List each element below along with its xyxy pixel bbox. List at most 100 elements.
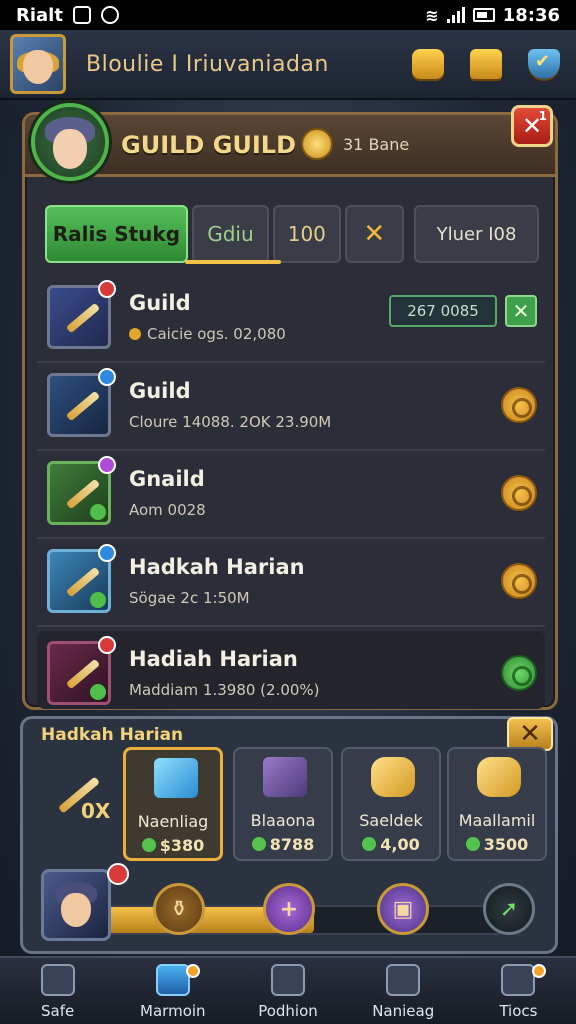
card-name: Blaaona: [250, 811, 316, 830]
confirm-button[interactable]: ✕: [505, 295, 537, 327]
nav-item-safe[interactable]: Safe: [0, 958, 115, 1024]
arrow-orb-button[interactable]: ➚: [483, 883, 535, 935]
shop-card[interactable]: Naenliag $380: [123, 747, 223, 861]
home-icon: [40, 964, 75, 996]
guild-emblem: [31, 103, 109, 181]
battery-icon: [472, 8, 495, 22]
shop-card[interactable]: Saeldek 4,00: [341, 747, 441, 861]
box-icon: ▣: [392, 896, 414, 922]
arrow-count: 0X: [81, 799, 111, 823]
card-price: 3500: [449, 835, 545, 854]
panel-header: GUILD GUILD 31 Bane ✕ 1: [25, 103, 555, 181]
box-orb-button[interactable]: ▣: [377, 883, 429, 935]
tab-close[interactable]: ✕: [344, 205, 405, 263]
card-price-text: 4,00: [380, 835, 420, 854]
item-subtitle: Sögae 2c 1:50M: [129, 589, 250, 607]
value-field[interactable]: 267 0085: [389, 295, 497, 327]
shop-card[interactable]: Maallamil 3500: [447, 747, 547, 861]
crossbow-icon: [47, 368, 116, 437]
potion-icon: ⚱: [169, 896, 189, 922]
claim-button[interactable]: [501, 387, 537, 423]
claim-button[interactable]: [501, 475, 537, 511]
claim-button[interactable]: [501, 563, 537, 599]
shop-panel: Hadkah Harian ✕ 0X Naenliag $380 Blaaona…: [20, 716, 558, 954]
tab-raid[interactable]: Ralis Stukg: [45, 205, 188, 263]
hero-portrait[interactable]: [41, 869, 111, 941]
tab-guild[interactable]: Gdiu: [191, 205, 270, 263]
player-avatar[interactable]: [10, 34, 66, 94]
shop-card[interactable]: Blaaona 8788: [233, 747, 333, 861]
nav-item-podhion[interactable]: Podhion: [230, 958, 345, 1024]
list-item[interactable]: Guild Caicie ogs. 02,080 267 0085 ✕: [37, 275, 545, 363]
alert-badge: [98, 280, 116, 298]
nav-item-tiocs[interactable]: Tiocs: [461, 958, 576, 1024]
plus-orb-button[interactable]: +: [263, 883, 315, 935]
card-price: 8788: [235, 835, 331, 854]
gold-pile-icon: [371, 757, 415, 797]
nav-label: Safe: [40, 1002, 75, 1020]
card-price-text: $380: [159, 836, 205, 855]
list-item[interactable]: Hadiah Harian Maddiam 1.3980 (2.00%): [37, 631, 545, 709]
gem-icon: [465, 837, 480, 851]
tab-count[interactable]: 100: [273, 205, 341, 263]
item-subtitle: Aom 0028: [129, 501, 206, 519]
info-badge: [98, 544, 116, 562]
wifi-icon: ≋: [425, 5, 439, 25]
mystery-box-icon: [263, 757, 307, 797]
info-badge: [98, 368, 116, 386]
nav-item-marmoin[interactable]: Marmoin: [115, 958, 230, 1024]
gem-icon: [141, 838, 156, 852]
item-subtitle: Caicie ogs. 02,080: [129, 325, 286, 343]
potion-orb-button[interactable]: ⚱: [153, 883, 205, 935]
hero-alert-badge: [107, 863, 129, 885]
notification-icon: [72, 6, 91, 24]
card-name: Saeldek: [359, 811, 423, 830]
gold-pot-icon: [477, 757, 521, 797]
list-item[interactable]: Guild Cloure 14088. 2OK 23.90M: [37, 363, 545, 451]
clover-icon: [90, 504, 106, 520]
tab-row: Ralis Stukg Gdiu 100 ✕ Yluer I08: [45, 205, 539, 263]
card-price: 4,00: [343, 835, 439, 854]
close-button[interactable]: ✕ 1: [511, 105, 553, 147]
chat-icon: [501, 964, 536, 996]
item-subtitle: Cloure 14088. 2OK 23.90M: [129, 413, 332, 431]
carrier-label: Rialt: [16, 4, 63, 26]
shop-close-button[interactable]: ✕: [507, 717, 553, 751]
shield-check-icon[interactable]: [528, 49, 560, 79]
treasure-chest-icon[interactable]: [470, 49, 502, 79]
item-name: Guild: [129, 379, 191, 403]
clover-icon: [90, 684, 106, 700]
nav-item-nanieag[interactable]: Nanieag: [346, 958, 461, 1024]
avatar-face: [23, 49, 53, 84]
nav-label: Podhion: [258, 1002, 318, 1020]
card-name: Maallamil: [458, 811, 536, 830]
claim-button[interactable]: [501, 655, 537, 691]
sword-icon: [47, 280, 116, 349]
magic-badge: [98, 456, 116, 474]
notification-dot: [532, 964, 547, 978]
item-name: Hadkah Harian: [129, 555, 305, 579]
close-badge: 1: [538, 109, 547, 123]
bag-icon: [386, 964, 421, 996]
gold-coins-icon[interactable]: [412, 49, 444, 79]
alert-badge: [98, 636, 116, 654]
tab-underline: [185, 260, 281, 264]
shop-title: Hadkah Harian: [41, 725, 184, 745]
list-item[interactable]: Gnaild Aom 0028: [37, 451, 545, 539]
item-subtitle: Maddiam 1.3980 (2.00%): [129, 681, 320, 699]
signal-icon: [446, 7, 465, 23]
cube-icon: [155, 964, 190, 996]
tab-filter[interactable]: Yluer I08: [414, 205, 539, 263]
magic-wand-icon: [47, 636, 116, 705]
plus-icon: +: [279, 896, 299, 922]
item-name: Hadiah Harian: [129, 647, 298, 671]
coin-icon: [129, 328, 141, 340]
nav-label: Marmoin: [140, 1002, 206, 1020]
emblem-face: [53, 129, 87, 169]
notification-dot: [186, 964, 201, 978]
nav-label: Nanieag: [372, 1002, 435, 1020]
clock: 18:36: [502, 4, 560, 26]
list-item[interactable]: Hadkah Harian Sögae 2c 1:50M: [37, 539, 545, 627]
crystal-cube-icon: [154, 758, 198, 798]
card-price-text: 8788: [269, 835, 315, 854]
